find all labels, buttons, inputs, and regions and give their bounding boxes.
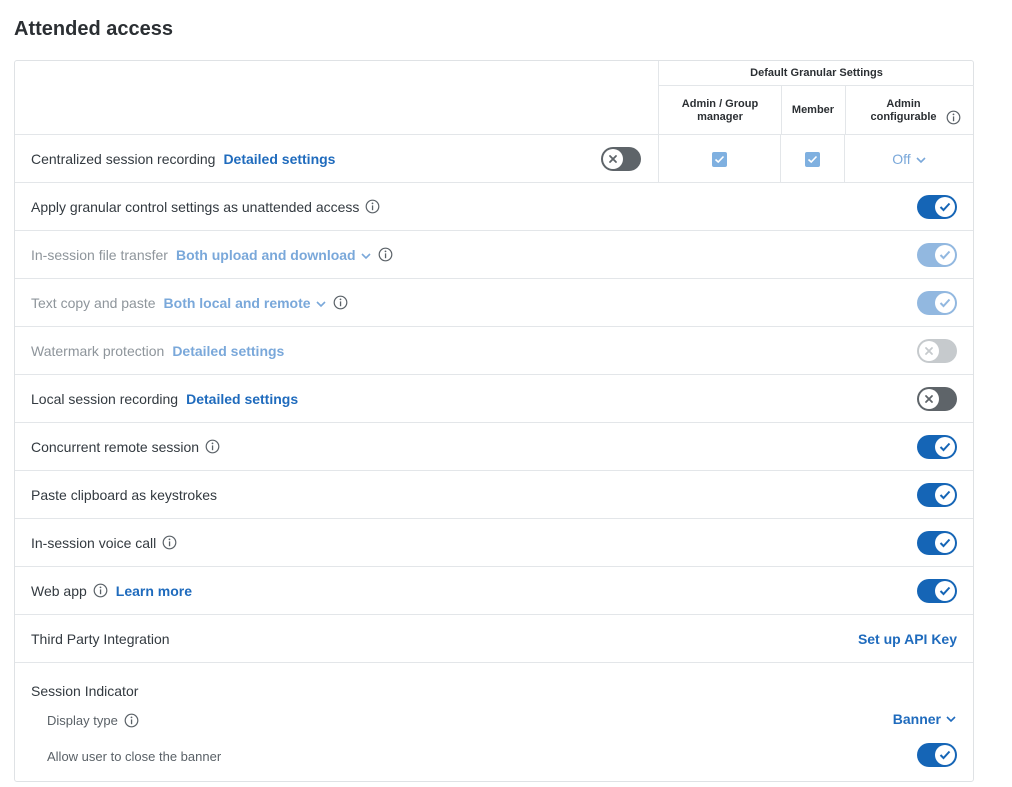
close-banner-label: Allow user to close the banner	[47, 749, 222, 764]
x-icon	[919, 341, 939, 361]
granular-title: Default Granular Settings	[659, 61, 974, 86]
row-local-session-recording: Local session recording Detailed setting…	[15, 375, 973, 423]
page-title: Attended access	[14, 18, 173, 40]
check-icon	[935, 293, 955, 313]
chevron-down-icon	[916, 157, 926, 164]
watermark-toggle[interactable]	[917, 339, 957, 363]
row-watermark-protection: Watermark protection Detailed settings	[15, 327, 973, 375]
chevron-down-icon	[315, 301, 326, 307]
admin-group-manager-checkbox[interactable]	[712, 151, 727, 167]
display-type-label: Display type	[47, 713, 118, 728]
row-label: Watermark protection	[31, 342, 165, 359]
check-icon	[935, 533, 955, 553]
row-paste-clipboard: Paste clipboard as keystrokes	[15, 471, 973, 519]
row-concurrent-remote-session: Concurrent remote session	[15, 423, 973, 471]
row-third-party-integration: Third Party Integration Set up API Key	[15, 615, 973, 663]
info-icon[interactable]	[378, 247, 393, 262]
dropdown-value: Both upload and download	[175, 246, 356, 263]
centralized-recording-toggle[interactable]	[601, 147, 641, 171]
check-icon	[935, 437, 955, 457]
detailed-settings-link[interactable]: Detailed settings	[223, 151, 335, 167]
row-label: Web app	[31, 582, 87, 599]
col-admin-group-manager: Admin / Group manager	[681, 97, 759, 123]
attended-access-panel: Default Granular Settings Admin / Group …	[14, 60, 974, 782]
info-icon[interactable]	[333, 295, 348, 310]
row-file-transfer: In-session file transfer Both upload and…	[15, 231, 973, 279]
session-indicator-section: Session Indicator Display type Banner Al…	[15, 663, 973, 781]
row-label: Apply granular control settings as unatt…	[31, 198, 360, 215]
col-member: Member	[791, 104, 835, 116]
row-label: In-session voice call	[31, 534, 157, 551]
file-transfer-dropdown[interactable]: Both upload and download	[176, 247, 372, 263]
check-icon	[935, 745, 955, 765]
close-banner-toggle[interactable]	[917, 743, 957, 767]
admin-checkbox-cell	[659, 135, 781, 183]
row-label: Local session recording	[31, 390, 179, 407]
concurrent-session-toggle[interactable]	[917, 435, 957, 459]
web-app-toggle[interactable]	[917, 579, 957, 603]
check-icon	[935, 485, 955, 505]
dropdown-value: Banner	[892, 711, 941, 727]
granular-cells: Off	[658, 135, 973, 183]
row-label: Concurrent remote session	[31, 438, 200, 455]
check-icon	[935, 197, 955, 217]
row-label: In-session file transfer	[31, 246, 168, 263]
display-type-dropdown[interactable]: Banner	[893, 711, 957, 727]
copy-paste-toggle[interactable]	[917, 291, 957, 315]
info-icon[interactable]	[124, 713, 139, 728]
row-label: Third Party Integration	[31, 630, 170, 647]
dropdown-value: Both local and remote	[163, 294, 311, 311]
header-spacer	[15, 61, 658, 135]
info-icon[interactable]	[205, 439, 220, 454]
admin-configurable-dropdown[interactable]: Off	[892, 151, 926, 167]
granular-header: Default Granular Settings Admin / Group …	[658, 61, 974, 135]
x-icon	[603, 149, 623, 169]
info-icon[interactable]	[162, 535, 177, 550]
chevron-down-icon	[946, 716, 956, 723]
member-checkbox-cell	[781, 135, 845, 183]
row-web-app: Web app Learn more	[15, 567, 973, 615]
session-indicator-title: Session Indicator	[31, 683, 139, 699]
x-icon	[919, 389, 939, 409]
display-type-label-group: Display type	[47, 713, 139, 728]
row-label: Paste clipboard as keystrokes	[31, 486, 217, 503]
file-transfer-toggle[interactable]	[917, 243, 957, 267]
set-up-api-key-link[interactable]: Set up API Key	[858, 615, 957, 662]
dropdown-value: Off	[892, 151, 911, 167]
check-icon	[935, 245, 955, 265]
learn-more-link[interactable]: Learn more	[116, 583, 192, 599]
row-apply-granular-control: Apply granular control settings as unatt…	[15, 183, 973, 231]
row-text-copy-paste: Text copy and paste Both local and remot…	[15, 279, 973, 327]
check-icon	[935, 581, 955, 601]
row-label: Centralized session recording	[31, 150, 216, 167]
voice-call-toggle[interactable]	[917, 531, 957, 555]
row-voice-call: In-session voice call	[15, 519, 973, 567]
detailed-settings-link[interactable]: Detailed settings	[186, 391, 298, 407]
paste-clipboard-toggle[interactable]	[917, 483, 957, 507]
member-checkbox[interactable]	[805, 151, 820, 167]
info-icon[interactable]	[946, 110, 961, 125]
admin-configurable-cell: Off	[845, 135, 974, 183]
apply-granular-toggle[interactable]	[917, 195, 957, 219]
row-label: Text copy and paste	[31, 294, 156, 311]
local-recording-toggle[interactable]	[917, 387, 957, 411]
detailed-settings-link[interactable]: Detailed settings	[172, 343, 284, 359]
chevron-down-icon	[361, 253, 371, 259]
copy-paste-dropdown[interactable]: Both local and remote	[164, 295, 327, 311]
info-icon[interactable]	[365, 199, 380, 214]
info-icon[interactable]	[93, 583, 108, 598]
